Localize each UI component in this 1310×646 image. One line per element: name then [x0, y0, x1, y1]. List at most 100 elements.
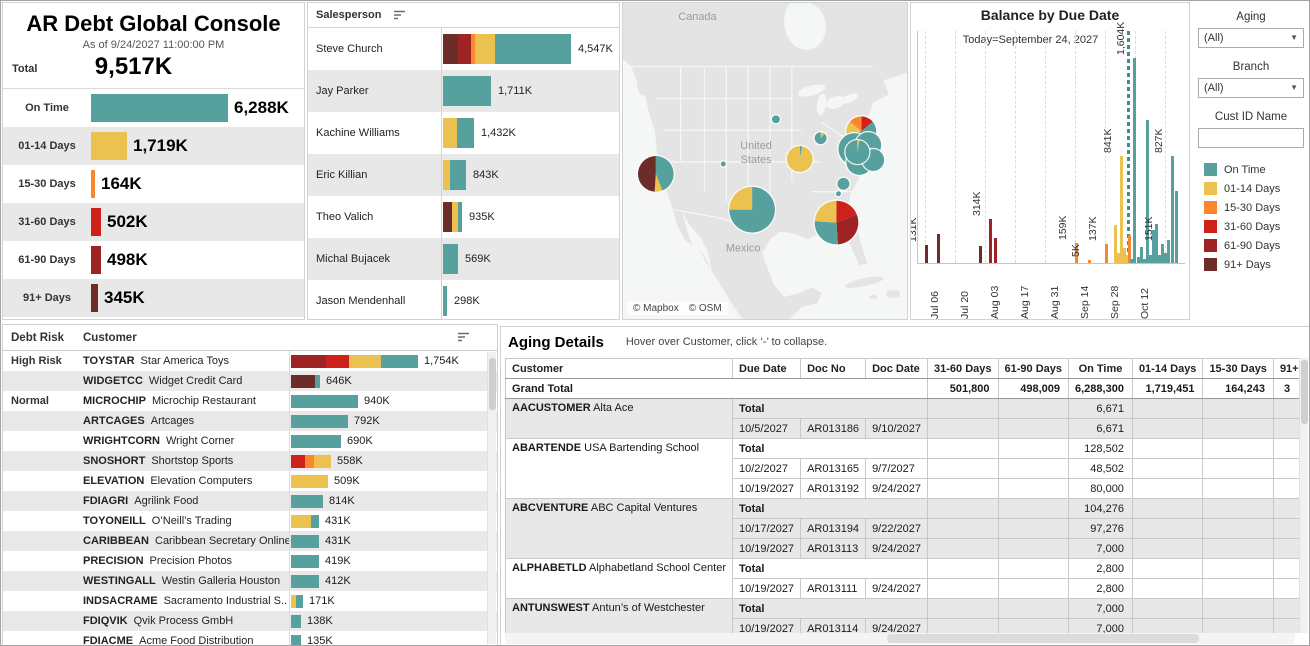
column-header[interactable]: Due Date [733, 359, 801, 379]
bar-segment-d91[interactable] [443, 34, 458, 64]
column-header[interactable]: 15-30 Days [1203, 359, 1274, 379]
aging-filter-dropdown[interactable]: (All) ▼ [1198, 28, 1304, 48]
due-date-bar-ontime[interactable] [1171, 156, 1174, 263]
due-date-bar-ontime[interactable] [1167, 240, 1170, 263]
due-date-bar-d1530[interactable] [1105, 244, 1108, 263]
due-date-bar-d6190[interactable] [989, 219, 992, 263]
due-date-bar-d91[interactable] [979, 246, 982, 263]
legend-item-d0114[interactable]: 01-14 Days [1204, 179, 1310, 198]
customer-cell[interactable]: ABARTENDE USA Bartending School [506, 439, 733, 499]
legend-item-d91[interactable]: 91+ Days [1204, 255, 1310, 274]
customer-total-row[interactable]: ABCVENTURE ABC Capital VenturesTotal104,… [506, 499, 1300, 519]
bar-segment-d3160[interactable] [326, 355, 349, 368]
bar-segment-ontime[interactable] [450, 160, 466, 190]
bar-segment-ontime[interactable] [443, 286, 447, 316]
horizontal-scrollbar[interactable] [505, 633, 1295, 644]
customer-row[interactable]: WESTINGALLWestin Galleria Houston412K [3, 571, 497, 591]
bar-segment-ontime[interactable] [291, 495, 323, 508]
bar-segment-d0114[interactable] [291, 475, 328, 488]
customer-total-row[interactable]: AACUSTOMER Alta AceTotal6,671 [506, 399, 1300, 419]
bar-segment-ontime[interactable] [291, 555, 319, 568]
bar-segment-d0114[interactable] [91, 132, 127, 160]
mapbox-attribution[interactable]: © Mapbox [633, 303, 679, 314]
summary-row[interactable]: On Time6,288K [3, 89, 304, 127]
salesperson-row[interactable]: Theo Valich935K [308, 196, 619, 238]
bar-segment-ontime[interactable] [291, 435, 341, 448]
bar-segment-ontime[interactable] [291, 415, 348, 428]
bar-segment-d91[interactable] [443, 202, 452, 232]
customer-row[interactable]: WRIGHTCORNWright Corner690K [3, 431, 497, 451]
vertical-scrollbar[interactable] [1299, 358, 1308, 633]
customer-row[interactable]: WIDGETCCWidget Credit Card646K [3, 371, 497, 391]
bar-segment-ontime[interactable] [291, 575, 319, 588]
summary-row[interactable]: 01-14 Days1,719K [3, 127, 304, 165]
bar-segment-d0114[interactable] [314, 455, 331, 468]
scrollbar-thumb[interactable] [489, 358, 496, 410]
summary-row[interactable]: 91+ Days345K [3, 279, 304, 317]
customer-row[interactable]: PRECISIONPrecision Photos419K [3, 551, 497, 571]
bar-segment-d6190[interactable] [91, 246, 101, 274]
legend-item-d1530[interactable]: 15-30 Days [1204, 198, 1310, 217]
scrollbar-thumb[interactable] [887, 634, 1199, 643]
branch-filter-dropdown[interactable]: (All) ▼ [1198, 78, 1304, 98]
bar-segment-d0114[interactable] [349, 355, 381, 368]
bar-segment-ontime[interactable] [291, 395, 358, 408]
bar-segment-d91[interactable] [291, 375, 315, 388]
bar-segment-ontime[interactable] [91, 94, 228, 122]
legend-item-ontime[interactable]: On Time [1204, 160, 1310, 179]
map-pie-slice-ontime[interactable] [836, 191, 841, 196]
sort-icon[interactable] [393, 10, 407, 21]
customer-row[interactable]: INDSACRAMESacramento Industrial S..171K [3, 591, 497, 611]
due-date-bar-ontime[interactable] [1146, 120, 1149, 263]
customer-cell[interactable]: AACUSTOMER Alta Ace [506, 399, 733, 439]
column-header[interactable]: Doc No [801, 359, 866, 379]
customer-row[interactable]: TOYONEILLO’Neill’s Trading431K [3, 511, 497, 531]
column-header[interactable]: 91+ Days [1273, 359, 1299, 379]
scrollbar-thumb[interactable] [1301, 360, 1308, 424]
customer-row[interactable]: High RiskTOYSTARStar America Toys1,754K [3, 351, 497, 371]
customer-cell[interactable]: ABCVENTURE ABC Capital Ventures [506, 499, 733, 559]
bar-segment-d1530[interactable] [305, 455, 314, 468]
bar-segment-ontime[interactable] [291, 635, 301, 646]
bar-segment-d3160[interactable] [291, 455, 305, 468]
bar-segment-d6190[interactable] [291, 355, 326, 368]
salesperson-row[interactable]: Jason Mendenhall298K [308, 280, 619, 320]
column-header[interactable]: 01-14 Days [1132, 359, 1203, 379]
grand-total-row[interactable]: Grand Total501,800498,0096,288,3001,719,… [506, 379, 1300, 399]
customer-total-row[interactable]: ANTUNSWEST Antun’s of WestchesterTotal7,… [506, 599, 1300, 619]
bar-segment-d6190[interactable] [458, 34, 471, 64]
customer-total-row[interactable]: ABARTENDE USA Bartending SchoolTotal128,… [506, 439, 1300, 459]
bar-segment-d0114[interactable] [443, 160, 450, 190]
summary-row[interactable]: 15-30 Days164K [3, 165, 304, 203]
customer-row[interactable]: FDIACMEAcme Food Distribution135K [3, 631, 497, 646]
map-pie-slice-ontime[interactable] [837, 178, 849, 190]
customer-row[interactable]: ELEVATIONElevation Computers509K [3, 471, 497, 491]
bar-segment-ontime[interactable] [315, 375, 320, 388]
column-header[interactable]: 31-60 Days [928, 359, 999, 379]
due-date-bar-d91[interactable] [925, 245, 928, 263]
bar-segment-ontime[interactable] [443, 244, 458, 274]
customer-cell[interactable]: ANTUNSWEST Antun’s of Westchester [506, 599, 733, 634]
customer-row[interactable]: FDIAGRIAgrilink Food814K [3, 491, 497, 511]
bar-segment-ontime[interactable] [311, 515, 319, 528]
salesperson-row[interactable]: Steve Church4,547K [308, 28, 619, 70]
customer-total-row[interactable]: ALPHABETLD Alphabetland School CenterTot… [506, 559, 1300, 579]
vertical-scrollbar[interactable] [487, 352, 496, 644]
bar-segment-d1530[interactable] [91, 170, 95, 198]
summary-row[interactable]: 31-60 Days502K [3, 203, 304, 241]
salesperson-row[interactable]: Michal Bujacek569K [308, 238, 619, 280]
map-pie-slice-ontime[interactable] [815, 132, 827, 144]
bar-segment-ontime[interactable] [381, 355, 418, 368]
column-header[interactable]: Customer [506, 359, 733, 379]
column-header[interactable]: 61-90 Days [998, 359, 1069, 379]
map-pie-slice-ontime[interactable] [815, 221, 838, 244]
bar-segment-d0114[interactable] [475, 34, 495, 64]
due-date-bar-ontime[interactable] [1175, 191, 1178, 263]
salesperson-row[interactable]: Kachine Williams1,432K [308, 112, 619, 154]
bar-segment-d91[interactable] [91, 284, 98, 312]
customer-row[interactable]: ARTCAGESArtcages792K [3, 411, 497, 431]
bar-segment-d0114[interactable] [443, 118, 457, 148]
bar-segment-ontime[interactable] [291, 535, 319, 548]
salesperson-row[interactable]: Jay Parker1,711K [308, 70, 619, 112]
customer-row[interactable]: SNOSHORTShortstop Sports558K [3, 451, 497, 471]
